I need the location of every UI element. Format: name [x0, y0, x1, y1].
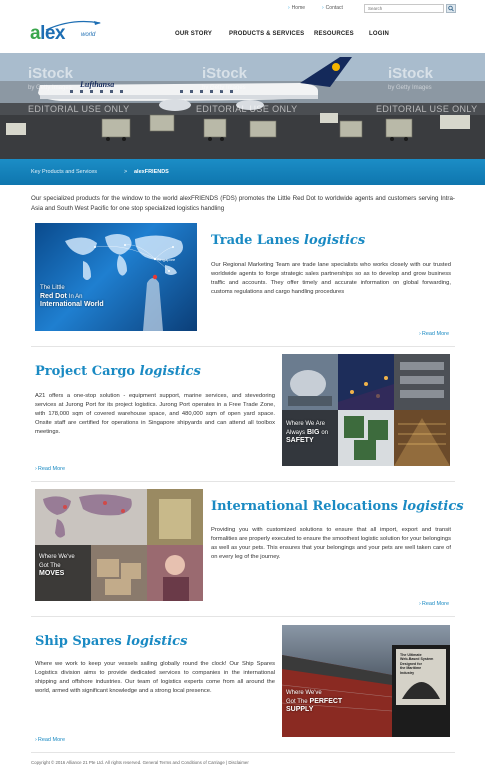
- title-italic: logistics: [402, 499, 464, 514]
- intro-text: Our specialized products for the window …: [31, 195, 455, 212]
- title-italic: logistics: [304, 233, 366, 248]
- contact-link[interactable]: › Contact: [322, 5, 343, 11]
- world-map-icon: [65, 234, 183, 331]
- nav-products-services[interactable]: PRODUCTS & SERVICES: [229, 31, 304, 37]
- caption-line: In An: [68, 293, 83, 300]
- title-italic: logistics: [126, 634, 188, 649]
- breadcrumb: Key Products and Services > alexFRIENDS: [0, 159, 485, 185]
- chevron-right-icon: ›: [419, 331, 421, 337]
- relocations-read-more[interactable]: ›Read More: [419, 601, 449, 607]
- project-cargo-caption: Where We Are Always BIG on SAFETY: [286, 420, 328, 446]
- ship-spares-title: Ship Spares logistics: [35, 634, 187, 649]
- relocations-collage-icon: [35, 489, 203, 601]
- project-cargo-read-more[interactable]: ›Read More: [35, 466, 65, 472]
- chevron-right-icon: ›: [35, 466, 37, 472]
- search-input[interactable]: [364, 4, 444, 13]
- project-cargo-collage-icon: [282, 354, 450, 466]
- caption-line: The Little: [40, 285, 65, 291]
- watermark-istock-1: iStock: [28, 65, 74, 82]
- trade-lanes-body: Our Regional Marketing Team are trade la…: [211, 262, 451, 295]
- breadcrumb-separator: >: [124, 169, 128, 175]
- contact-link-label: Contact: [325, 5, 343, 11]
- utility-bar: › Home › Contact: [0, 3, 485, 15]
- breadcrumb-key-products[interactable]: Key Products and Services: [31, 169, 97, 175]
- search-icon: [448, 5, 454, 12]
- plane-livery-text: Lufthansa: [80, 80, 115, 89]
- search-button[interactable]: [446, 4, 456, 13]
- title-main: Trade Lanes: [211, 233, 300, 248]
- caption-line: MOVES: [39, 570, 65, 577]
- relocations-caption: Where We've Got The MOVES: [39, 553, 75, 579]
- footer-copyright: Copyright © 2016 Alliance 21 Pte Ltd. Al…: [31, 760, 249, 765]
- caption-line: Got The: [39, 562, 61, 569]
- trade-lanes-image: Singapore The Little Red Dot In An Inter…: [35, 223, 197, 331]
- chevron-right-icon: ›: [288, 5, 290, 11]
- caption-line: Got The: [286, 698, 308, 705]
- caption-line: Where We've: [286, 690, 322, 696]
- caption-line: Where We Are: [286, 421, 325, 427]
- caption-line: on: [321, 429, 329, 436]
- project-cargo-body: A21 offers a one-stop solution - equipme…: [35, 393, 275, 435]
- monitor-line: Designed for: [400, 661, 422, 666]
- relocations-image: Where We've Got The MOVES: [35, 489, 203, 601]
- title-main: Ship Spares: [35, 634, 122, 649]
- nav-login[interactable]: LOGIN: [369, 31, 389, 37]
- read-more-label: Read More: [421, 601, 450, 607]
- home-link[interactable]: › Home: [288, 5, 305, 11]
- read-more-label: Read More: [37, 737, 66, 743]
- caption-line: BIG: [306, 428, 320, 436]
- monitor-line: the Maritime: [400, 666, 422, 671]
- ship-spares-read-more[interactable]: ›Read More: [35, 737, 65, 743]
- read-more-label: Read More: [37, 466, 66, 472]
- main-nav: OUR STORY PRODUCTS & SERVICES RESOURCES …: [0, 31, 485, 41]
- section-divider: [31, 481, 455, 482]
- watermark-istock-3: iStock: [388, 65, 434, 82]
- monitor-text: The Ultimate Web-Based System Designed f…: [400, 653, 433, 675]
- watermark-editorial-2: EDITORIAL USE ONLY: [196, 104, 298, 114]
- nav-our-story[interactable]: OUR STORY: [175, 31, 212, 37]
- title-main: Project Cargo: [35, 364, 136, 379]
- section-divider: [31, 346, 455, 347]
- read-more-label: Read More: [421, 331, 450, 337]
- ship-spares-body: Where we work to keep your vessels saili…: [35, 661, 275, 694]
- relocations-body: Providing you with customized solutions …: [211, 527, 451, 560]
- monitor-line: Web-Based System: [400, 657, 434, 662]
- singapore-label: Singapore: [157, 257, 176, 262]
- caption-line: Always: [286, 429, 306, 436]
- watermark-editorial-1: EDITORIAL USE ONLY: [28, 104, 130, 114]
- chevron-right-icon: ›: [322, 5, 324, 11]
- title-italic: logistics: [139, 364, 201, 379]
- section-divider: [31, 752, 455, 753]
- watermark-getty-1: by Getty Images: [28, 85, 72, 91]
- caption-line: Red Dot: [40, 292, 67, 300]
- nav-resources[interactable]: RESOURCES: [314, 31, 354, 37]
- project-cargo-title: Project Cargo logistics: [35, 364, 201, 379]
- ship-spares-caption: Where We've Got The PERFECT SUPPLY: [286, 689, 342, 715]
- section-divider: [31, 616, 455, 617]
- hero-banner: iStock by Getty Images EDITORIAL USE ONL…: [0, 53, 485, 159]
- chevron-right-icon: ›: [35, 737, 37, 743]
- trade-lanes-title: Trade Lanes logistics: [211, 233, 365, 248]
- caption-line: International World: [40, 301, 104, 308]
- caption-line: Where We've: [39, 554, 75, 560]
- monitor-line: The Ultimate: [400, 653, 422, 657]
- caption-line: PERFECT: [309, 697, 343, 705]
- ship-hull-icon: [282, 645, 450, 737]
- watermark-getty-2: by Getty Images: [202, 85, 246, 91]
- watermark-istock-2: iStock: [202, 65, 248, 82]
- monitor-line: Industry: [400, 670, 415, 675]
- caption-line: SUPPLY: [286, 706, 314, 713]
- ship-spares-image: The Ultimate Web-Based System Designed f…: [282, 625, 450, 737]
- chevron-right-icon: ›: [419, 601, 421, 607]
- watermark-editorial-3: EDITORIAL USE ONLY: [376, 104, 478, 114]
- caption-line: SAFETY: [286, 437, 314, 444]
- title-main: International Relocations: [211, 499, 398, 514]
- breadcrumb-current: alexFRIENDS: [134, 169, 169, 175]
- project-cargo-image: Where We Are Always BIG on SAFETY: [282, 354, 450, 466]
- trade-lanes-read-more[interactable]: ›Read More: [419, 331, 449, 337]
- relocations-title: International Relocations logistics: [211, 499, 464, 514]
- home-link-label: Home: [291, 5, 306, 11]
- trade-lanes-caption: The Little Red Dot In An International W…: [40, 284, 104, 310]
- watermark-getty-3: by Getty Images: [388, 85, 432, 91]
